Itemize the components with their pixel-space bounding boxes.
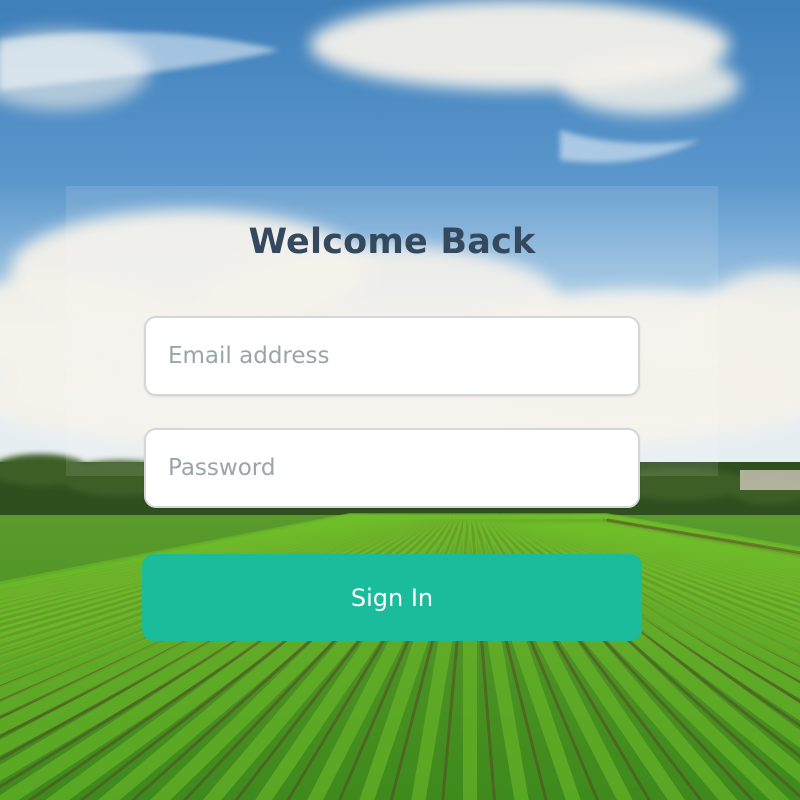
password-field[interactable]	[144, 428, 640, 508]
sign-in-button[interactable]: Sign In	[142, 554, 642, 641]
page-title: Welcome Back	[248, 222, 536, 262]
email-field[interactable]	[144, 316, 640, 396]
login-screen: Welcome Back Sign In	[0, 0, 800, 800]
